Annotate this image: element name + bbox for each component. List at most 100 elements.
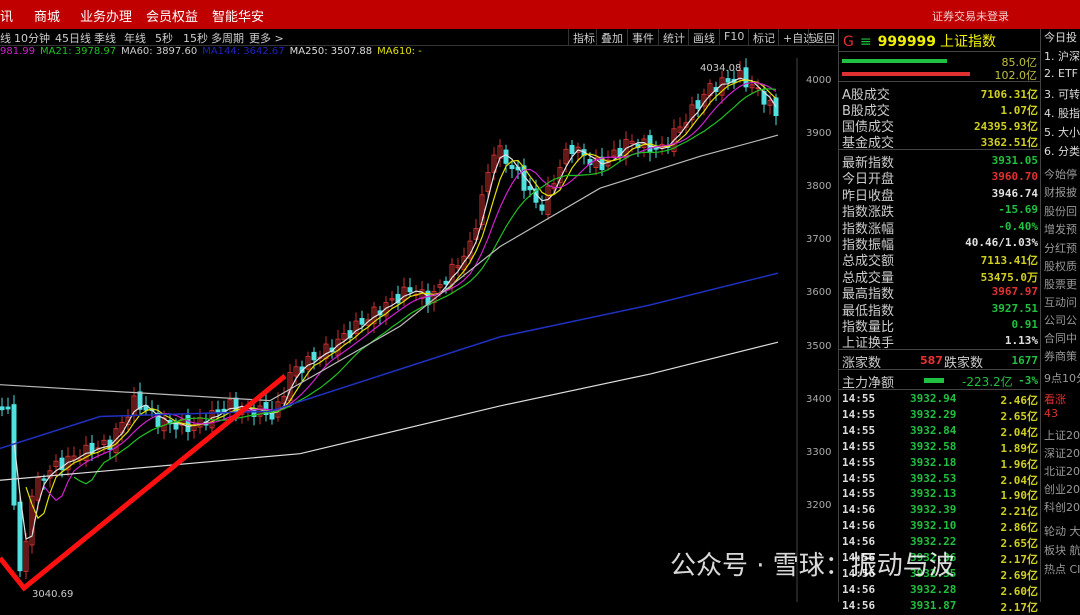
- toolbar-button[interactable]: 叠加: [596, 29, 627, 46]
- y-tick: 3400: [806, 393, 832, 405]
- tick-price: 3932.10: [910, 519, 957, 533]
- tick-volume: 2.60亿: [1000, 584, 1039, 598]
- tick-volume: 1.89亿: [1000, 441, 1039, 455]
- toolbar-button[interactable]: F10: [719, 29, 748, 46]
- menu-item[interactable]: 智能华安: [212, 6, 264, 25]
- info-item[interactable]: 合同中: [1044, 330, 1077, 346]
- info-item[interactable]: 1. 沪深: [1044, 48, 1080, 64]
- period-tab[interactable]: 年线: [124, 30, 146, 46]
- info-item[interactable]: 轮动 大: [1044, 523, 1080, 539]
- tick-row: 14:55 3932.53 2.04亿: [842, 471, 1038, 487]
- candle-body: [503, 149, 509, 164]
- info-item[interactable]: 科创20: [1044, 499, 1080, 515]
- toolbar-button[interactable]: 指标: [568, 29, 599, 46]
- toolbar-button[interactable]: 画线: [688, 29, 719, 46]
- info-item[interactable]: 上证20: [1044, 427, 1080, 443]
- info-item[interactable]: 今日投: [1044, 29, 1077, 45]
- candle-body: [359, 317, 365, 325]
- menu-icon[interactable]: ≡: [860, 34, 872, 50]
- menu-item[interactable]: 业务办理: [80, 6, 132, 25]
- info-item[interactable]: 43: [1044, 407, 1058, 420]
- candle-body: [695, 100, 701, 109]
- tick-row: 14:56 3932.39 2.21亿: [842, 502, 1038, 518]
- info-item[interactable]: 财报披: [1044, 184, 1077, 200]
- tick-time: 14:55: [842, 423, 876, 437]
- info-item[interactable]: 创业20: [1044, 481, 1080, 497]
- period-tab[interactable]: 45日线: [55, 30, 91, 46]
- toolbar-button[interactable]: 标记: [748, 29, 779, 46]
- top-menu-bar: 讯 商城 业务办理 会员权益 智能华安 证券交易未登录: [0, 0, 1080, 29]
- info-item[interactable]: 9点10分: [1044, 370, 1080, 386]
- tick-row: 14:55 3932.84 2.04亿: [842, 423, 1038, 439]
- info-item[interactable]: 股票更: [1044, 276, 1077, 292]
- stat-row: 指数振幅 40.46/1.03%: [842, 234, 1038, 253]
- tick-volume: 2.17亿: [1000, 600, 1039, 614]
- toolbar-button[interactable]: 统计: [658, 29, 689, 46]
- period-tab[interactable]: 15秒: [183, 30, 208, 46]
- tick-time: 14:56: [842, 598, 876, 612]
- candle-body: [17, 501, 23, 572]
- period-tab[interactable]: 5秒: [155, 30, 173, 46]
- menu-item[interactable]: 讯: [0, 6, 13, 25]
- ma-value: MA610: -: [377, 46, 422, 57]
- info-item[interactable]: 板块 航: [1044, 542, 1080, 558]
- value: 3967.97: [991, 285, 1038, 299]
- turnover-row: A股成交 7106.31亿: [842, 84, 1038, 103]
- period-tab[interactable]: 多周期: [211, 30, 244, 46]
- toolbar-button[interactable]: 事件: [627, 29, 658, 46]
- info-item[interactable]: 股份回: [1044, 203, 1077, 219]
- ma60-line: [0, 134, 779, 402]
- info-item[interactable]: 股权质: [1044, 258, 1077, 274]
- menu-item[interactable]: 会员权益: [146, 6, 198, 25]
- menu-item[interactable]: 商城: [34, 6, 60, 25]
- watermark: 公众号 · 雪球：振动与波: [670, 551, 955, 581]
- toolbar-button[interactable]: 返回: [808, 29, 839, 46]
- ma250-line: [0, 341, 779, 481]
- tick-price: 3932.18: [910, 455, 957, 469]
- y-tick: 3700: [806, 234, 832, 246]
- ma-value: 981.99: [0, 46, 35, 57]
- period-tab[interactable]: 10分钟: [14, 30, 50, 46]
- info-item[interactable]: 分红预: [1044, 240, 1077, 256]
- tick-row: 14:55 3932.58 1.89亿: [842, 439, 1038, 455]
- info-item[interactable]: 深证20: [1044, 445, 1080, 461]
- tick-volume: 2.04亿: [1000, 473, 1039, 487]
- period-tab[interactable]: 更多 >: [249, 30, 284, 46]
- info-item[interactable]: 互动问: [1044, 294, 1077, 310]
- period-tab[interactable]: 线: [0, 30, 11, 46]
- tick-price: 3931.87: [910, 598, 957, 612]
- info-item[interactable]: 北证20: [1044, 463, 1080, 479]
- y-tick: 4000: [806, 75, 832, 86]
- value: 3960.70: [991, 170, 1038, 184]
- info-item[interactable]: 5. 大小: [1044, 124, 1080, 140]
- info-item[interactable]: 看涨: [1044, 391, 1066, 407]
- tick-time: 14:55: [842, 392, 876, 405]
- stat-row: 指数量比 0.91: [842, 316, 1038, 335]
- tick-time: 14:55: [842, 471, 876, 485]
- turnover-row: B股成交 1.07亿: [842, 100, 1038, 119]
- info-item[interactable]: 公司公: [1044, 312, 1077, 328]
- info-item[interactable]: 6. 分类: [1044, 143, 1080, 159]
- y-tick: 3900: [806, 128, 832, 140]
- kline-chart[interactable]: 4034.08 3040.69: [0, 58, 838, 602]
- tick-volume: 2.69亿: [1000, 568, 1039, 582]
- stat-row: 最高指数 3967.97: [842, 283, 1038, 302]
- period-tab[interactable]: 季线: [94, 30, 116, 46]
- login-status[interactable]: 证券交易未登录: [932, 8, 1009, 24]
- info-item[interactable]: 热点 CI: [1044, 561, 1080, 577]
- down-count: 1677: [1011, 354, 1039, 367]
- info-item[interactable]: 券商策: [1044, 348, 1077, 364]
- info-item[interactable]: 今始停: [1044, 166, 1077, 182]
- ma-value: MA21: 3978.97: [40, 46, 117, 57]
- tick-row: 14:55 3932.29 2.65亿: [842, 407, 1038, 423]
- info-item[interactable]: 3. 可转: [1044, 86, 1080, 102]
- info-item[interactable]: 4. 股指: [1044, 105, 1080, 121]
- info-item[interactable]: 2. ETF: [1044, 67, 1078, 80]
- value: -0.40%: [998, 219, 1038, 233]
- candle-body: [773, 97, 779, 117]
- stat-row: 总成交量 53475.0万: [842, 267, 1038, 286]
- tick-volume: 1.96亿: [1000, 457, 1039, 471]
- security-title: G ≡ 999999 上证指数: [843, 31, 996, 51]
- info-item[interactable]: 增发预: [1044, 221, 1077, 237]
- stat-row: 上证换手 1.13%: [842, 332, 1038, 351]
